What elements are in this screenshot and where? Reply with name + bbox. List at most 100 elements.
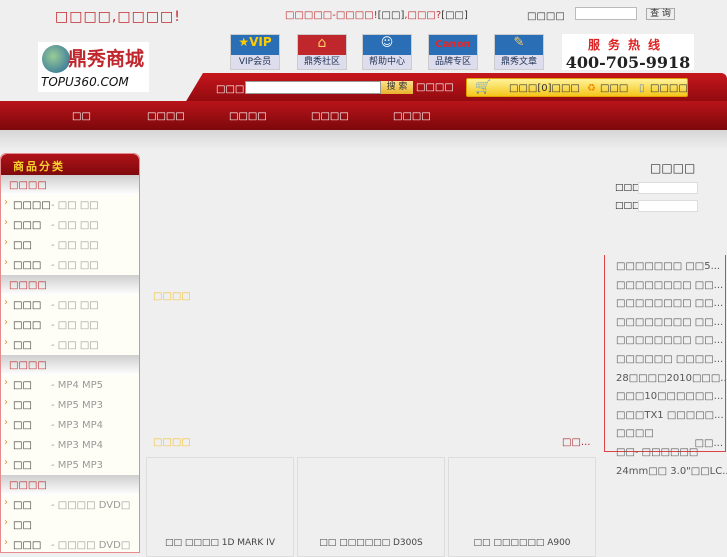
chevron-right-icon: › xyxy=(4,237,8,248)
category-section-title[interactable]: □□□□ xyxy=(1,275,139,295)
quick-link-community[interactable]: ⌂ 鼎秀社区 xyxy=(297,34,347,70)
category-name[interactable]: □□□ xyxy=(13,260,41,271)
news-item[interactable]: □□□TX1 □□□□□... xyxy=(616,410,724,421)
category-item[interactable]: › □□□ - □□ □□ xyxy=(1,255,139,275)
category-sub[interactable]: - MP4 MP5 xyxy=(51,380,103,391)
advanced-search-link[interactable]: □□□□ xyxy=(416,82,454,93)
product-name[interactable]: □□ □□□□□□ A900 xyxy=(449,538,595,548)
category-item[interactable]: › □□ - MP3 MP4 xyxy=(1,435,139,455)
category-name[interactable]: □□□□ xyxy=(13,200,51,211)
category-item[interactable]: › □□ - □□ □□ xyxy=(1,335,139,355)
cart-link-3[interactable]: □□□□ xyxy=(650,83,688,94)
category-sub[interactable]: - □□□□ DVD□ xyxy=(51,540,130,551)
news-item[interactable]: 28□□□□2010□□□... xyxy=(616,373,727,384)
category-sub[interactable]: - □□ □□ xyxy=(51,340,99,351)
category-sub[interactable]: - □□ □□ xyxy=(51,320,99,331)
news-item[interactable]: □□□□□□□□ □□... xyxy=(616,280,723,291)
news-item[interactable]: □□□□□□□ □□5... xyxy=(616,261,720,272)
category-name[interactable]: □□□ xyxy=(13,320,41,331)
quick-link-brand[interactable]: Canon 品牌专区 xyxy=(428,34,478,70)
product-name[interactable]: □□ □□□□ 1D MARK IV xyxy=(147,538,293,548)
cart-link-2[interactable]: □□□ xyxy=(600,83,628,94)
category-section-title[interactable]: □□□□ xyxy=(1,355,139,375)
category-item[interactable]: › □□ - MP5 MP3 xyxy=(1,395,139,415)
nav-item[interactable]: □□□□ xyxy=(393,111,431,122)
search-label: □□□ xyxy=(216,84,245,95)
category-item[interactable]: › □□ - □□ □□ xyxy=(1,235,139,255)
cart-link[interactable]: □□□[0]□□□ xyxy=(509,83,580,94)
product-card[interactable]: □□ □□□□ 1D MARK IV xyxy=(146,457,294,557)
category-name[interactable]: □□□ xyxy=(13,220,41,231)
news-item[interactable]: □□□□□□ □□□□... xyxy=(616,354,723,365)
logo-brand: 鼎秀商城 xyxy=(68,48,145,70)
nav-item[interactable]: □□ xyxy=(72,111,91,122)
product-card[interactable]: □□ □□□□□□ A900 xyxy=(448,457,596,557)
category-name[interactable]: □□ xyxy=(13,500,32,511)
category-name[interactable]: □□ xyxy=(13,400,32,411)
search-button[interactable]: 搜 索 xyxy=(381,81,413,94)
news-item[interactable]: □□- □□□□□□ xyxy=(616,447,698,458)
search-input[interactable] xyxy=(245,81,381,94)
logo[interactable]: 鼎秀商城 TOPU360.COM xyxy=(38,42,149,92)
news-item[interactable]: □□□□□□□□ □□... xyxy=(616,317,723,328)
hotline: 服务热线 400-705-9918 xyxy=(562,34,694,72)
category-item[interactable]: › □□□ - □□□□ DVD□ xyxy=(1,535,139,555)
category-item[interactable]: › □□□□ - □□ □□ xyxy=(1,195,139,215)
product-card[interactable]: □□ □□□□□□ D300S xyxy=(297,457,445,557)
category-item[interactable]: › □□ - MP5 MP3 xyxy=(1,455,139,475)
category-sub[interactable]: - □□□□ DVD□ xyxy=(51,500,130,511)
category-name[interactable]: □□ xyxy=(13,240,32,251)
category-name[interactable]: □□ xyxy=(13,440,32,451)
news-item[interactable]: □□□□□□□□ □□... xyxy=(616,298,723,309)
news-list: □□□□□□□ □□5... □□□□□□□□ □□... □□□□□□□□ □□.… xyxy=(604,255,727,477)
news-item[interactable]: 24mm□□ 3.0"□□LC... xyxy=(616,466,727,477)
top-search-button[interactable]: 查 询 xyxy=(646,8,675,20)
category-name[interactable]: □□ xyxy=(13,460,32,471)
category-sub[interactable]: - □□ □□ xyxy=(51,260,99,271)
category-item[interactable]: › □□ - MP3 MP4 xyxy=(1,415,139,435)
category-item[interactable]: › □□ - MP4 MP5 xyxy=(1,375,139,395)
category-sub[interactable]: - □□ □□ xyxy=(51,200,99,211)
category-name[interactable]: □□ xyxy=(13,520,32,531)
category-section-title[interactable]: □□□□ xyxy=(1,475,139,495)
more-link[interactable]: □□... xyxy=(562,437,590,448)
category-name[interactable]: □□ xyxy=(13,420,32,431)
category-name[interactable]: □□ xyxy=(13,380,32,391)
cart-bar: 🛒 □□□[0]□□□ ♻ □□□ ▯ □□□□ xyxy=(466,78,688,97)
product-name[interactable]: □□ □□□□□□ D300S xyxy=(298,538,444,548)
category-sub[interactable]: - □□ □□ xyxy=(51,220,99,231)
category-section-title[interactable]: □□□□ xyxy=(1,175,139,195)
category-sub[interactable]: - □□ □□ xyxy=(51,240,99,251)
category-item[interactable]: › □□□ - □□ □□ xyxy=(1,215,139,235)
username-input[interactable] xyxy=(638,182,698,194)
category-item[interactable]: › □□ - □□□□ DVD□ xyxy=(1,495,139,515)
category-sub[interactable]: - MP3 MP4 xyxy=(51,420,103,431)
quick-link-help[interactable]: ☺ 帮助中心 xyxy=(362,34,412,70)
news-item[interactable]: □□□□ xyxy=(616,428,654,439)
category-item[interactable]: › □□□ - □□ □□ xyxy=(1,295,139,315)
category-item[interactable]: › □□□ - □□ □□ xyxy=(1,315,139,335)
news-more-link[interactable]: □□... xyxy=(695,438,723,449)
nav-item[interactable]: □□□□ xyxy=(147,111,185,122)
notice-link-1[interactable]: [□□] xyxy=(378,10,405,21)
category-name[interactable]: □□ xyxy=(13,340,32,351)
category-name[interactable]: □□□ xyxy=(13,540,41,551)
quick-link-articles[interactable]: ✎ 鼎秀文章 xyxy=(494,34,544,70)
notice-link-2[interactable]: [□□] xyxy=(441,10,468,21)
category-sub[interactable]: - MP5 MP3 xyxy=(51,400,103,411)
password-input[interactable] xyxy=(638,200,698,212)
hotline-title: 服务热线 xyxy=(587,38,668,52)
news-item[interactable]: □□□10□□□□□□... xyxy=(616,391,723,402)
news-item[interactable]: □□□□□□□□ □□... xyxy=(616,335,723,346)
hotline-number: 400-705-9918 xyxy=(565,53,691,72)
nav-item[interactable]: □□□□ xyxy=(311,111,349,122)
category-item[interactable]: › □□ xyxy=(1,515,139,535)
quick-link-vip[interactable]: ★VIP VIP会员 xyxy=(230,34,280,70)
category-name[interactable]: □□□ xyxy=(13,300,41,311)
category-sub[interactable]: - □□ □□ xyxy=(51,300,99,311)
nav-item[interactable]: □□□□ xyxy=(229,111,267,122)
quick-link-label: 品牌专区 xyxy=(429,55,477,69)
top-search-input[interactable] xyxy=(575,7,637,20)
category-sub[interactable]: - MP3 MP4 xyxy=(51,440,103,451)
category-sub[interactable]: - MP5 MP3 xyxy=(51,460,103,471)
